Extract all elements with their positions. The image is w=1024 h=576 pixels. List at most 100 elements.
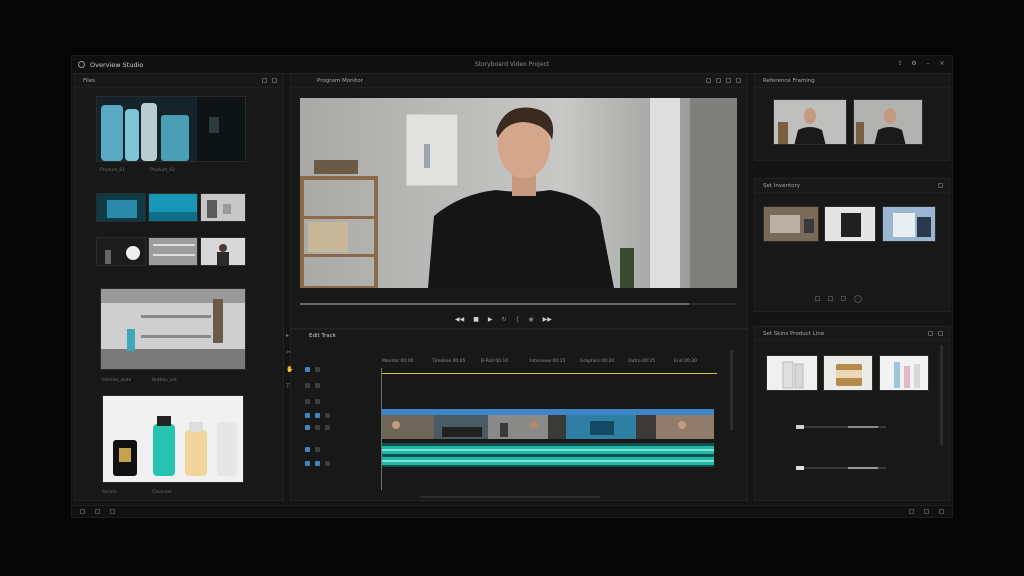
track-target-icon[interactable] — [305, 424, 310, 430]
mark-in-icon[interactable]: { — [516, 316, 520, 323]
track-solo-icon[interactable] — [315, 424, 320, 430]
ruler-label: B-Roll 00:10 — [481, 359, 509, 364]
loop-icon[interactable]: ↻ — [502, 316, 507, 323]
set-inventory-panel: Set Inventory — [754, 178, 950, 312]
hand-tool-icon[interactable]: ✋ — [286, 366, 296, 373]
volume-slider-thumb[interactable] — [796, 425, 804, 429]
track-header-v3 — [305, 364, 375, 374]
track-solo-icon[interactable] — [325, 460, 330, 466]
selection-tool-icon[interactable]: ▸ — [286, 332, 296, 339]
product-line-panel: Set Skins Product Line — [754, 326, 950, 501]
product-thumb-1[interactable] — [766, 355, 818, 391]
close-icon[interactable]: × — [938, 60, 946, 68]
viewer-scrub-bar[interactable] — [300, 303, 737, 305]
track-mic-icon[interactable] — [315, 446, 320, 452]
product-thumb-3[interactable] — [879, 355, 929, 391]
inventory-thumb-3[interactable] — [882, 206, 936, 242]
media-thumb-clip-03[interactable] — [200, 193, 246, 222]
panel-expand-icon[interactable] — [928, 331, 933, 336]
add-item-icon[interactable] — [854, 295, 862, 303]
timeline-tools: ▸ ✂ ✋ T — [286, 332, 296, 497]
program-monitor-frame[interactable] — [300, 98, 737, 288]
track-target-icon[interactable] — [305, 382, 310, 388]
inventory-toolbar — [815, 295, 862, 303]
media-thumb-studio-a[interactable] — [96, 237, 146, 266]
list-view-icon[interactable] — [272, 78, 277, 83]
history-icon[interactable] — [110, 509, 115, 514]
video-clip-filmstrip[interactable] — [382, 415, 714, 439]
play-icon[interactable]: ▶ — [488, 316, 493, 323]
fit-icon[interactable] — [706, 78, 711, 83]
volume-slider[interactable] — [796, 425, 886, 429]
stop-icon[interactable]: ■ — [473, 316, 479, 323]
share-icon[interactable]: ⇪ — [896, 60, 904, 68]
inventory-thumb-2[interactable] — [824, 206, 876, 242]
camera-icon[interactable]: ◉ — [528, 316, 533, 323]
sort-icon[interactable] — [841, 296, 846, 301]
fullscreen-icon[interactable] — [736, 78, 741, 83]
home-icon[interactable] — [80, 509, 85, 514]
media-library-header: Files — [75, 74, 283, 88]
track-eye-icon[interactable] — [315, 412, 320, 418]
track-eye-icon[interactable] — [315, 382, 320, 388]
reference-thumb-2[interactable] — [853, 99, 923, 145]
panel-menu-icon[interactable] — [938, 183, 943, 188]
bottles-image — [97, 97, 245, 161]
step-back-icon[interactable]: ◀◀ — [455, 316, 464, 323]
safe-area-icon[interactable] — [726, 78, 731, 83]
media-caption: Serum — [102, 490, 117, 495]
media-caption: Product_01 — [100, 168, 126, 173]
timeline-vertical-scrollbar[interactable] — [730, 350, 733, 430]
track-lock-icon[interactable] — [315, 398, 320, 404]
media-thumb-clip-01[interactable] — [96, 193, 146, 222]
track-target-icon[interactable] — [305, 412, 310, 418]
audio-waveform[interactable] — [382, 443, 714, 467]
tag-icon[interactable] — [815, 296, 820, 301]
track-target-icon[interactable] — [305, 460, 310, 466]
product-line-header: Set Skins Product Line — [755, 327, 949, 341]
filter-icon[interactable] — [828, 296, 833, 301]
balance-slider-thumb[interactable] — [796, 466, 804, 470]
zoom-icon[interactable] — [716, 78, 721, 83]
media-thumb-bottles-set[interactable] — [102, 395, 244, 483]
media-thumb-product-01[interactable] — [96, 96, 246, 162]
reference-thumb-1[interactable] — [773, 99, 847, 145]
work-area-bar[interactable] — [381, 373, 717, 374]
media-thumb-interior-wide[interactable] — [100, 288, 246, 370]
track-mic-icon[interactable] — [315, 460, 320, 466]
product-line-scrollbar[interactable] — [940, 345, 943, 445]
grid-view-icon[interactable] — [262, 78, 267, 83]
text-tool-icon[interactable]: T — [286, 383, 296, 390]
help-icon[interactable] — [939, 509, 944, 514]
panel-menu-icon[interactable] — [938, 331, 943, 336]
render-icon[interactable] — [909, 509, 914, 514]
track-target-icon[interactable] — [305, 446, 310, 452]
media-caption: Bottles_set — [152, 378, 177, 383]
track-target-icon[interactable] — [305, 398, 310, 404]
notifications-icon[interactable] — [924, 509, 929, 514]
track-lock-icon[interactable] — [315, 366, 320, 372]
transport-controls: ◀◀ ■ ▶ ↻ { ◉ ▶▶ — [455, 316, 552, 323]
track-mute-icon[interactable] — [325, 412, 330, 418]
balance-slider[interactable] — [796, 466, 886, 470]
media-caption: Cleanser — [152, 490, 172, 495]
track-mute-icon[interactable] — [325, 424, 330, 430]
track-target-icon[interactable] — [305, 366, 310, 372]
razor-tool-icon[interactable]: ✂ — [286, 349, 296, 356]
product-thumb-2[interactable] — [823, 355, 873, 391]
step-forward-icon[interactable]: ▶▶ — [543, 316, 552, 323]
ruler-label: Interview 00:15 — [530, 359, 566, 364]
media-library-title: Files — [83, 78, 96, 84]
layout-icon[interactable] — [95, 509, 100, 514]
media-thumb-clip-02[interactable] — [148, 193, 198, 222]
document-title: Storyboard Video Project — [474, 61, 550, 68]
balance-slider-range — [848, 467, 878, 469]
inventory-thumb-1[interactable] — [763, 206, 819, 242]
minimize-icon[interactable]: – — [924, 60, 932, 68]
media-thumb-studio-c[interactable] — [200, 237, 246, 266]
track-header-a2 — [305, 444, 375, 454]
timeline-horizontal-scrollbar[interactable] — [420, 496, 600, 498]
media-thumb-studio-b[interactable] — [148, 237, 198, 266]
media-caption: Product_02 — [150, 168, 176, 173]
settings-icon[interactable]: ⚙ — [910, 60, 918, 68]
